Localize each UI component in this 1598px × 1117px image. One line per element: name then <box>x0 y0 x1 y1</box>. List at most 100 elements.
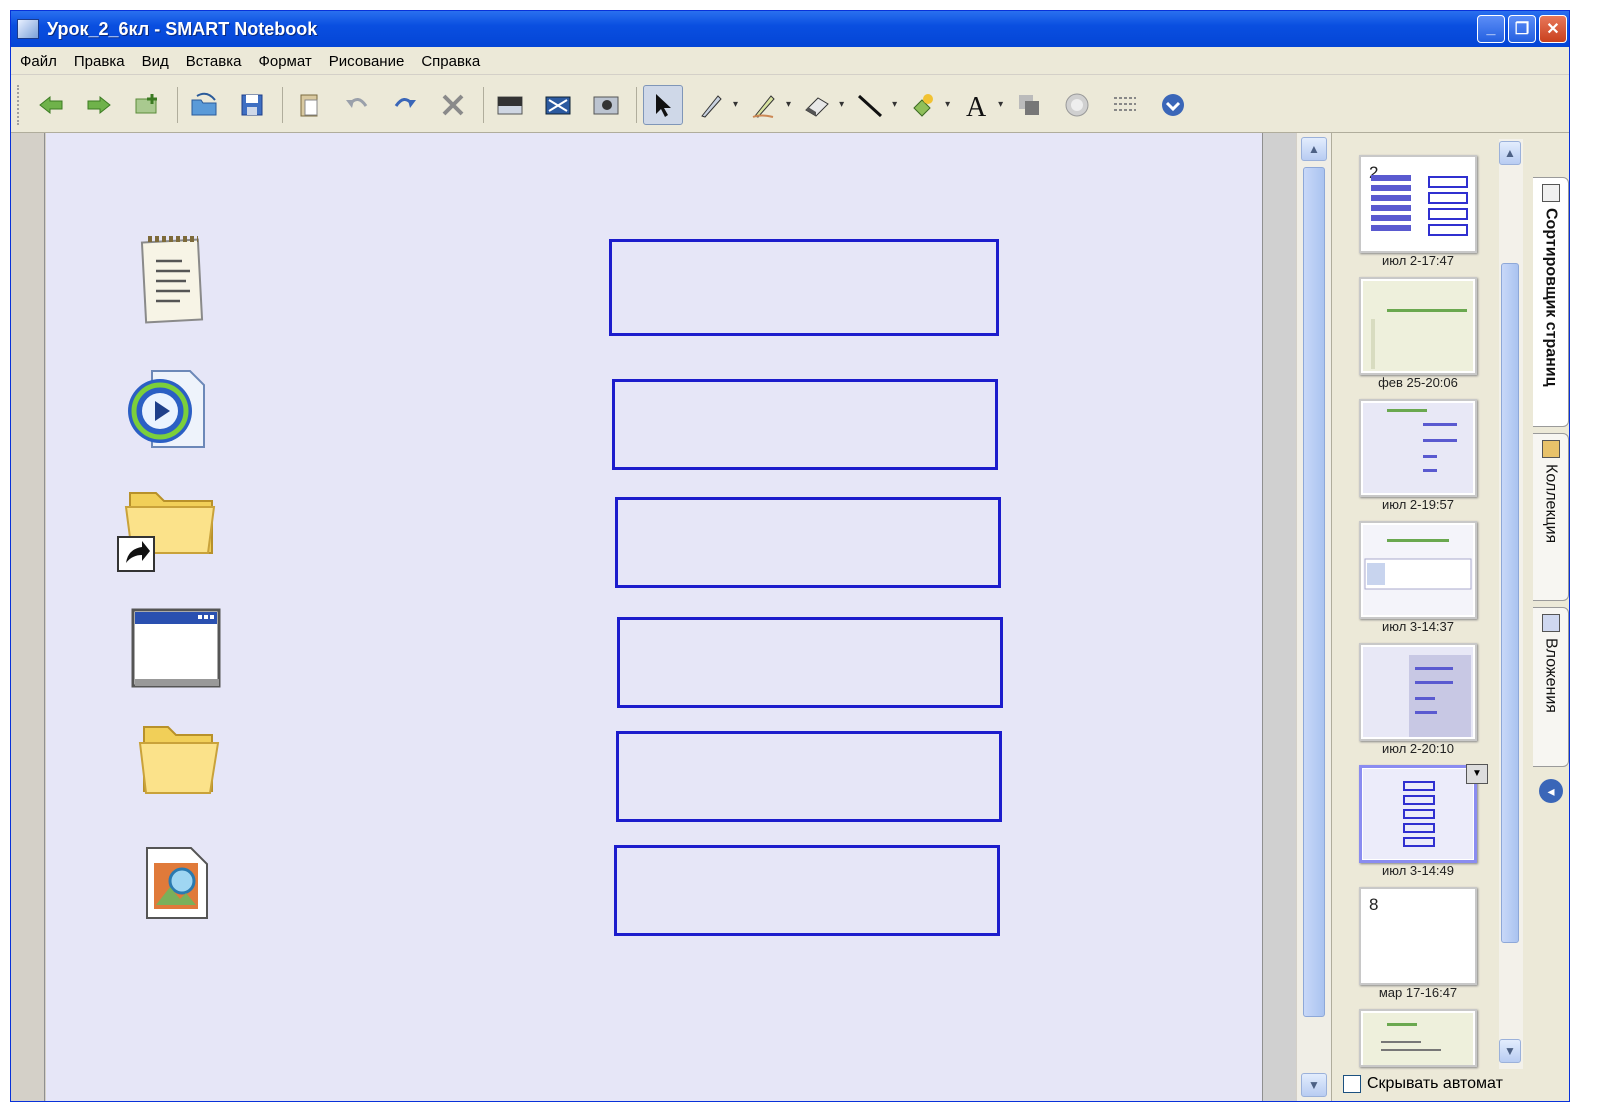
minimize-button[interactable]: _ <box>1477 15 1505 43</box>
select-icon[interactable] <box>643 84 683 125</box>
table-icon[interactable] <box>1105 85 1145 125</box>
page-date: июл 2-20:10 <box>1381 741 1454 756</box>
scroll-thumb[interactable] <box>1303 167 1325 1017</box>
page-date: мар 17-16:47 <box>1378 985 1458 1000</box>
chevron-down-icon[interactable]: ▾ <box>945 99 950 110</box>
workspace: ▲ ▼ <box>11 133 1331 1101</box>
left-gutter <box>11 133 45 1101</box>
toolbar-separator <box>282 86 283 123</box>
pen-icon[interactable] <box>691 85 731 125</box>
answer-box-1[interactable] <box>609 239 999 336</box>
scroll-up-button[interactable]: ▲ <box>1301 137 1327 161</box>
capture-icon[interactable] <box>586 85 626 125</box>
toolbar-grip[interactable] <box>17 84 21 125</box>
chevron-down-icon[interactable]: ▾ <box>839 99 844 110</box>
tab-page-sorter[interactable]: Сортировщик страниц <box>1533 177 1569 427</box>
close-button[interactable]: ✕ <box>1539 15 1567 43</box>
page-thumbnail-active[interactable]: 7 ▼ <box>1359 764 1488 863</box>
undo-icon[interactable] <box>337 85 377 125</box>
menu-bar: Файл Правка Вид Вставка Формат Рисование… <box>11 48 1569 75</box>
thumbnail-preview <box>1363 1013 1473 1065</box>
window-controls: _ ❐ ✕ <box>1477 15 1567 43</box>
window-title: Урок_2_6кл - SMART Notebook <box>47 18 318 39</box>
menu-file[interactable]: Файл <box>20 53 57 70</box>
menu-edit[interactable]: Правка <box>74 53 125 70</box>
window-icon[interactable] <box>130 607 222 696</box>
sorter-scrollbar[interactable]: ▲ ▼ <box>1499 139 1523 1069</box>
canvas-scrollbar[interactable]: ▲ ▼ <box>1297 133 1331 1101</box>
shape-recognition-icon[interactable] <box>1057 85 1097 125</box>
tab-attachments[interactable]: Вложения <box>1533 607 1569 767</box>
page-thumbnail[interactable]: 6 <box>1359 643 1477 741</box>
chevron-down-icon[interactable]: ▾ <box>786 99 791 110</box>
title-bar[interactable]: Урок_2_6кл - SMART Notebook _ ❐ ✕ <box>11 11 1569 47</box>
autohide-option[interactable]: Скрывать автомат <box>1343 1069 1533 1099</box>
toolbar: ▾ ▾ ▾ ▾ ▾ A ▾ <box>11 77 1569 133</box>
page-thumbnail[interactable]: 8 <box>1359 887 1477 985</box>
page-thumbnail[interactable]: 2 <box>1359 155 1477 253</box>
scroll-up-button[interactable]: ▲ <box>1499 141 1521 165</box>
line-icon[interactable] <box>850 85 890 125</box>
thumbnail-preview <box>1363 647 1473 737</box>
answer-box-3[interactable] <box>615 497 1001 588</box>
fill-icon[interactable] <box>903 85 943 125</box>
chevron-down-icon[interactable]: ▾ <box>998 99 1003 110</box>
properties-icon[interactable] <box>1009 85 1049 125</box>
screen-shade-icon[interactable] <box>490 85 530 125</box>
thumbnail-preview <box>1363 769 1473 859</box>
creative-pen-icon[interactable] <box>744 85 784 125</box>
menu-help[interactable]: Справка <box>421 53 480 70</box>
chevron-down-icon[interactable]: ▾ <box>892 99 897 110</box>
open-icon[interactable] <box>184 85 224 125</box>
redo-icon[interactable] <box>385 85 425 125</box>
eraser-icon[interactable] <box>797 85 837 125</box>
move-toolbar-icon[interactable] <box>1153 85 1193 125</box>
answer-box-5[interactable] <box>616 731 1002 822</box>
menu-format[interactable]: Формат <box>258 53 311 70</box>
tab-label: Вложения <box>1542 638 1560 713</box>
forward-icon[interactable] <box>79 85 119 125</box>
media-player-icon[interactable] <box>122 367 212 458</box>
folder-shortcut-icon[interactable] <box>116 479 220 580</box>
chevron-down-icon[interactable]: ▾ <box>733 99 738 110</box>
add-page-icon[interactable] <box>127 85 167 125</box>
page-menu-button[interactable]: ▼ <box>1466 764 1488 784</box>
autohide-label: Скрывать автомат <box>1367 1075 1503 1092</box>
page-thumbnail[interactable]: 5 <box>1359 521 1477 619</box>
back-icon[interactable] <box>31 85 71 125</box>
collapse-panel-icon[interactable]: ◂ <box>1539 779 1563 803</box>
app-icon <box>17 19 39 39</box>
page-date: фев 25-20:06 <box>1378 375 1458 390</box>
fullscreen-icon[interactable] <box>538 85 578 125</box>
scroll-down-button[interactable]: ▼ <box>1499 1039 1521 1063</box>
tab-gallery[interactable]: Коллекция <box>1533 433 1569 601</box>
thumbnail-preview <box>1363 525 1473 615</box>
toolbar-separator <box>483 86 484 123</box>
page-canvas[interactable] <box>46 133 1262 1101</box>
answer-box-6[interactable] <box>614 845 1000 936</box>
page-date: июл 3-14:49 <box>1381 863 1454 878</box>
paperclip-icon <box>1541 614 1560 632</box>
answer-box-2[interactable] <box>612 379 998 470</box>
scroll-down-button[interactable]: ▼ <box>1301 1073 1327 1097</box>
answer-box-4[interactable] <box>617 617 1003 708</box>
autohide-checkbox[interactable] <box>1343 1075 1361 1093</box>
thumbnail-preview <box>1371 175 1468 236</box>
text-icon[interactable]: A <box>956 85 996 125</box>
delete-icon[interactable] <box>433 85 473 125</box>
page-thumbnail[interactable]: 9 <box>1359 1009 1477 1067</box>
page-thumbnail[interactable]: 3 <box>1359 277 1477 375</box>
notepad-icon[interactable] <box>136 233 206 330</box>
folder-icon[interactable] <box>138 721 220 804</box>
paste-icon[interactable] <box>289 85 329 125</box>
maximize-button[interactable]: ❐ <box>1508 15 1536 43</box>
side-tabs: Сортировщик страниц Коллекция Вложения ◂ <box>1531 133 1569 1101</box>
save-icon[interactable] <box>232 85 272 125</box>
thumbnail-preview <box>1363 403 1473 493</box>
scroll-thumb[interactable] <box>1501 263 1519 943</box>
image-viewer-icon[interactable] <box>144 845 210 926</box>
page-thumbnail[interactable]: 4 <box>1359 399 1477 497</box>
menu-insert[interactable]: Вставка <box>186 53 242 70</box>
menu-view[interactable]: Вид <box>142 53 169 70</box>
menu-draw[interactable]: Рисование <box>329 53 405 70</box>
